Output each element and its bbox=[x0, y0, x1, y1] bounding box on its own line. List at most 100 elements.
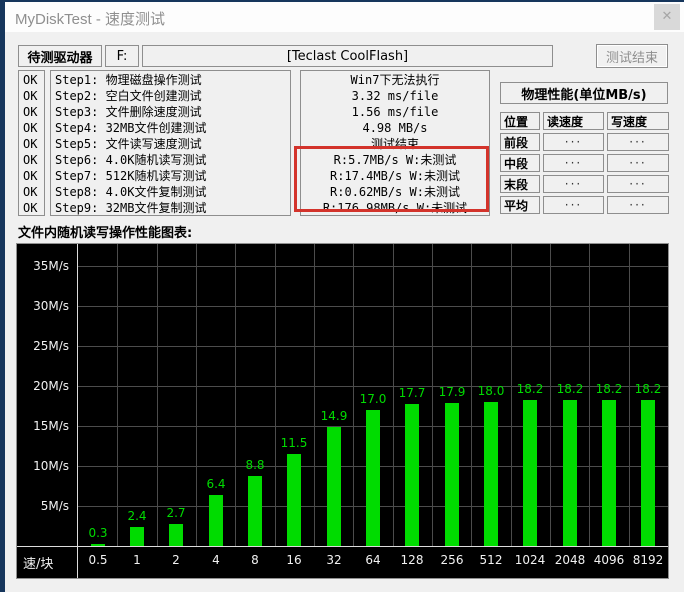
gridline-vertical bbox=[471, 244, 472, 546]
table-write-value: ··· bbox=[607, 196, 669, 214]
result-line: Win7下无法执行 bbox=[301, 72, 489, 88]
x-axis-tick-label: 32 bbox=[312, 553, 356, 567]
gridline-horizontal bbox=[78, 266, 668, 267]
y-axis-tick-label: 15M/s bbox=[17, 419, 69, 433]
step-status: OK bbox=[19, 104, 44, 120]
table-read-value: ··· bbox=[543, 154, 604, 172]
y-axis-tick-label: 10M/s bbox=[17, 459, 69, 473]
result-line: 测试结束 bbox=[301, 136, 489, 152]
table-row-label: 平均 bbox=[500, 196, 540, 214]
step-status: OK bbox=[19, 200, 44, 216]
gridline-vertical bbox=[432, 244, 433, 546]
table-write-value: ··· bbox=[607, 175, 669, 193]
gridline-vertical bbox=[314, 244, 315, 546]
result-line: 1.56 ms/file bbox=[301, 104, 489, 120]
step-status: OK bbox=[19, 72, 44, 88]
bar-value-label: 18.0 bbox=[473, 384, 509, 398]
finish-test-button[interactable]: 测试结束 bbox=[596, 44, 668, 68]
step-label: Step3: 文件删除速度测试 bbox=[51, 104, 290, 120]
gridline-horizontal bbox=[78, 306, 668, 307]
app-window: MyDiskTest - 速度测试 ✕ 待测驱动器 F: [Teclast Co… bbox=[0, 0, 684, 592]
axis-corner-label: 速/块 bbox=[23, 553, 53, 572]
bar-value-label: 0.3 bbox=[80, 526, 116, 540]
table-row-label: 末段 bbox=[500, 175, 540, 193]
chart-bar bbox=[91, 544, 105, 546]
desktop-background-edge bbox=[0, 0, 5, 592]
table-read-value: ··· bbox=[543, 133, 604, 151]
step-label: Step1: 物理磁盘操作测试 bbox=[51, 72, 290, 88]
bar-value-label: 11.5 bbox=[276, 436, 312, 450]
step-status-list: OKOKOKOKOKOKOKOKOK bbox=[18, 70, 45, 216]
table-row-label: 前段 bbox=[500, 133, 540, 151]
x-axis-tick-label: 128 bbox=[390, 553, 434, 567]
bar-value-label: 14.9 bbox=[316, 409, 352, 423]
gridline-vertical bbox=[353, 244, 354, 546]
x-axis-tick-label: 256 bbox=[430, 553, 474, 567]
x-axis-tick-label: 4 bbox=[194, 553, 238, 567]
gridline-vertical bbox=[196, 244, 197, 546]
chart-bar bbox=[405, 404, 419, 546]
gridline-vertical bbox=[589, 244, 590, 546]
x-axis-tick-label: 2048 bbox=[548, 553, 592, 567]
bar-value-label: 18.2 bbox=[552, 382, 588, 396]
chart-bar bbox=[209, 495, 223, 546]
chart-title: 文件内随机读写操作性能图表: bbox=[18, 222, 192, 241]
x-axis-tick-label: 16 bbox=[272, 553, 316, 567]
bar-value-label: 18.2 bbox=[630, 382, 666, 396]
step-label: Step7: 512K随机读写测试 bbox=[51, 168, 290, 184]
drive-letter[interactable]: F: bbox=[105, 45, 139, 67]
title-bar[interactable]: MyDiskTest - 速度测试 ✕ bbox=[5, 2, 684, 32]
chart-bar bbox=[287, 454, 301, 546]
gridline-vertical bbox=[275, 244, 276, 546]
step-label: Step2: 空白文件创建测试 bbox=[51, 88, 290, 104]
performance-table: 位置读速度写速度前段······中段······末段······平均······ bbox=[500, 112, 668, 214]
step-label: Step5: 文件读写速度测试 bbox=[51, 136, 290, 152]
chart-bar bbox=[445, 403, 459, 546]
x-axis-tick-label: 0.5 bbox=[76, 553, 120, 567]
table-header-cell: 读速度 bbox=[543, 112, 604, 130]
step-status: OK bbox=[19, 184, 44, 200]
step-status: OK bbox=[19, 88, 44, 104]
gridline-horizontal bbox=[78, 346, 668, 347]
result-list: Win7下无法执行3.32 ms/file1.56 ms/file4.98 MB… bbox=[300, 70, 490, 216]
bar-value-label: 2.7 bbox=[158, 506, 194, 520]
step-label: Step6: 4.0K随机读写测试 bbox=[51, 152, 290, 168]
gridline-vertical bbox=[235, 244, 236, 546]
bar-value-label: 6.4 bbox=[198, 477, 234, 491]
table-read-value: ··· bbox=[543, 196, 604, 214]
bar-value-label: 17.7 bbox=[394, 386, 430, 400]
gridline-vertical bbox=[550, 244, 551, 546]
close-icon[interactable]: ✕ bbox=[654, 4, 680, 30]
chart-bar bbox=[602, 400, 616, 546]
result-line: 3.32 ms/file bbox=[301, 88, 489, 104]
chart-bar bbox=[523, 400, 537, 546]
table-header-cell: 写速度 bbox=[607, 112, 669, 130]
bar-value-label: 8.8 bbox=[237, 458, 273, 472]
x-axis-separator bbox=[17, 546, 668, 547]
x-axis-tick-label: 8 bbox=[233, 553, 277, 567]
result-line: R:176.98MB/s W:未测试 bbox=[301, 200, 489, 216]
chart-bar bbox=[327, 427, 341, 546]
y-axis-separator bbox=[77, 244, 78, 578]
table-read-value: ··· bbox=[543, 175, 604, 193]
volume-name: [Teclast CoolFlash] bbox=[142, 45, 553, 67]
step-list: Step1: 物理磁盘操作测试Step2: 空白文件创建测试Step3: 文件删… bbox=[50, 70, 291, 216]
chart-bar bbox=[484, 402, 498, 546]
result-line: R:5.7MB/s W:未测试 bbox=[301, 152, 489, 168]
window-title: MyDiskTest - 速度测试 bbox=[15, 8, 165, 29]
y-axis-tick-label: 35M/s bbox=[17, 259, 69, 273]
chart-bar bbox=[641, 400, 655, 546]
step-status: OK bbox=[19, 120, 44, 136]
y-axis-tick-label: 20M/s bbox=[17, 379, 69, 393]
performance-chart: 速/块 5M/s10M/s15M/s20M/s25M/s30M/s35M/s0.… bbox=[16, 243, 669, 579]
chart-bar bbox=[130, 527, 144, 546]
x-axis-tick-label: 4096 bbox=[587, 553, 631, 567]
bar-value-label: 18.2 bbox=[512, 382, 548, 396]
chart-bar bbox=[248, 476, 262, 546]
step-label: Step8: 4.0K文件复制测试 bbox=[51, 184, 290, 200]
chart-bar bbox=[563, 400, 577, 546]
drive-selector-label: 待测驱动器 bbox=[18, 45, 102, 67]
chart-bar bbox=[366, 410, 380, 546]
table-write-value: ··· bbox=[607, 154, 669, 172]
result-line: 4.98 MB/s bbox=[301, 120, 489, 136]
